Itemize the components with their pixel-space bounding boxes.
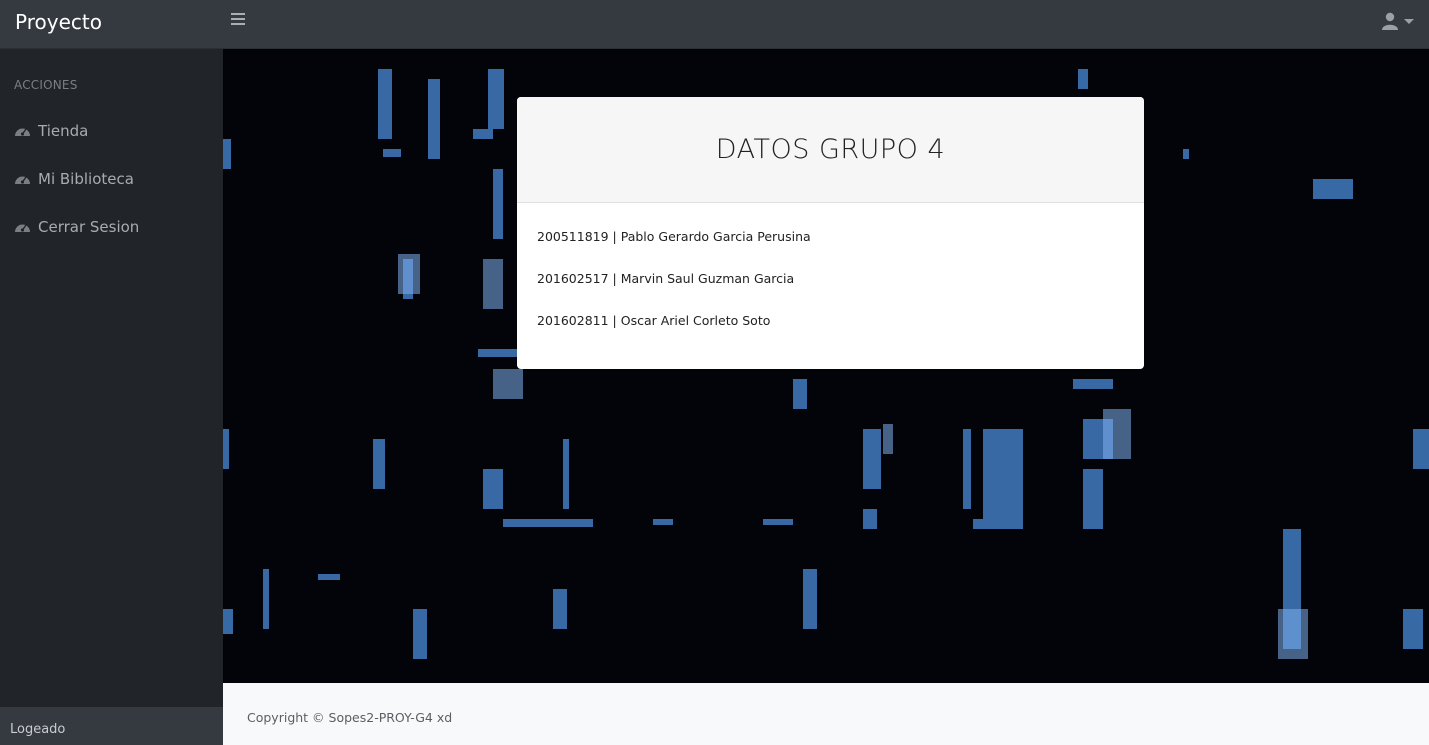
- sidebar-item-label: Cerrar Sesion: [38, 218, 140, 236]
- dashboard-icon: [15, 128, 30, 136]
- dashboard-icon: [15, 176, 30, 184]
- dashboard-icon: [15, 224, 30, 232]
- user-menu-button[interactable]: [1382, 12, 1414, 32]
- card-body: 200511819 | Pablo Gerardo Garcia Perusin…: [517, 203, 1144, 355]
- copyright-text: Copyright © Sopes2-PROY-G4 xd: [247, 710, 453, 725]
- sidebar-heading: ACCIONES: [14, 78, 78, 92]
- member-entry: 200511819 | Pablo Gerardo Garcia Perusin…: [537, 229, 811, 244]
- sidebar-item-tienda[interactable]: Tienda: [0, 111, 223, 151]
- sidebar-item-mi-biblioteca[interactable]: Mi Biblioteca: [0, 159, 223, 199]
- page-footer: Copyright © Sopes2-PROY-G4 xd: [223, 683, 1429, 745]
- hamburger-icon[interactable]: [231, 13, 245, 27]
- card-header: DATOS GRUPO 4: [517, 97, 1144, 203]
- card-title: DATOS GRUPO 4: [715, 134, 946, 165]
- sidebar-item-cerrar-sesion[interactable]: Cerrar Sesion: [0, 207, 223, 247]
- sidebar-footer-status: Logeado: [0, 707, 223, 745]
- sidebar-item-label: Mi Biblioteca: [38, 170, 134, 188]
- user-icon: [1382, 12, 1398, 30]
- chevron-down-icon: [1404, 19, 1414, 24]
- sidebar-item-label: Tienda: [38, 122, 89, 140]
- sidebar: ACCIONES Tienda Mi Biblioteca Cerrar Ses…: [0, 49, 223, 745]
- top-navbar: Proyecto: [0, 0, 1429, 49]
- member-entry: 201602811 | Oscar Ariel Corleto Soto: [537, 313, 771, 328]
- main-content: DATOS GRUPO 4 200511819 | Pablo Gerardo …: [223, 49, 1429, 683]
- group-info-card: DATOS GRUPO 4 200511819 | Pablo Gerardo …: [517, 97, 1144, 369]
- member-entry: 201602517 | Marvin Saul Guzman Garcia: [537, 271, 795, 286]
- brand-title[interactable]: Proyecto: [15, 10, 102, 34]
